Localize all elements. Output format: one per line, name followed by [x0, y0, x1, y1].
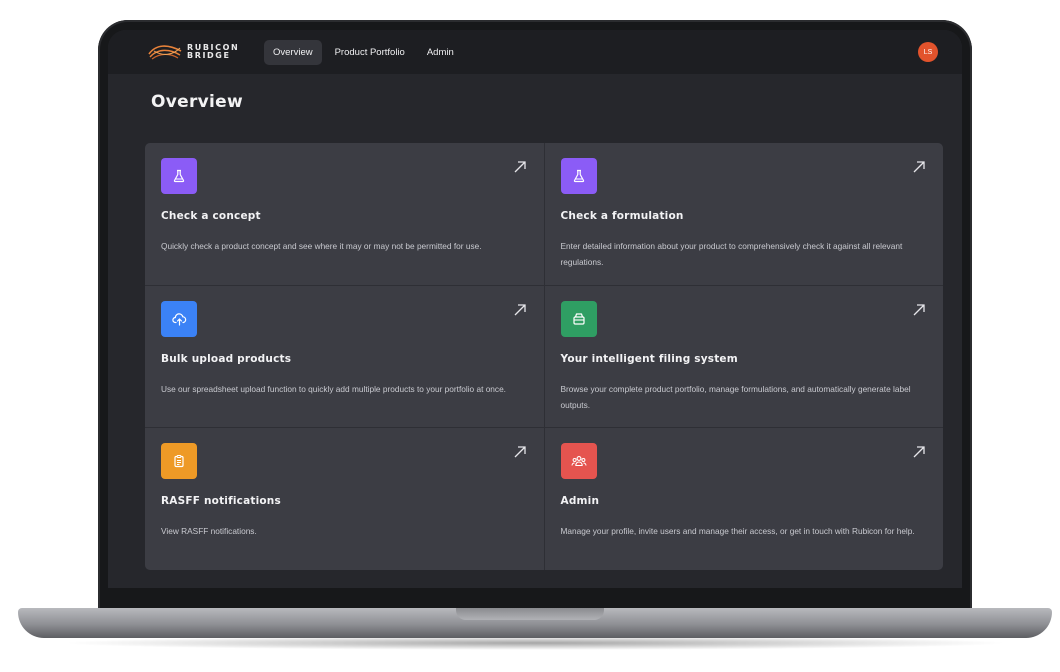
- card-rasff-notifications[interactable]: RASFF notifications View RASFF notificat…: [145, 428, 544, 570]
- nav-menu: Overview Product Portfolio Admin: [264, 40, 463, 65]
- card-icon-tile: [560, 443, 597, 480]
- arrow-up-right-icon[interactable]: [912, 445, 926, 459]
- card-description: Quickly check a product concept and see …: [161, 241, 482, 251]
- brand-logo[interactable]: RUBICON BRIDGE: [148, 40, 239, 64]
- top-navbar: RUBICON BRIDGE Overview Product Portfoli…: [108, 30, 962, 74]
- clipboard-icon: [174, 455, 184, 468]
- card-title: Your intelligent filing system: [560, 352, 738, 365]
- brand-line-2: BRIDGE: [187, 51, 231, 60]
- arrow-up-right-icon[interactable]: [513, 445, 527, 459]
- logo-mark-icon: [148, 45, 182, 60]
- flask-icon: [573, 169, 584, 183]
- card-icon-tile: [161, 158, 197, 194]
- card-description: Use our spreadsheet upload function to q…: [161, 383, 506, 394]
- card-icon-tile: [560, 300, 597, 337]
- brand-name: RUBICON BRIDGE: [187, 43, 239, 61]
- nav-item-overview[interactable]: Overview: [264, 40, 322, 65]
- flask-icon: [173, 169, 185, 183]
- user-avatar[interactable]: LS: [918, 42, 938, 62]
- card-check-formulation[interactable]: Check a formulation Enter detailed infor…: [544, 143, 943, 285]
- card-description: Manage your profile, invite users and ma…: [560, 526, 915, 537]
- card-description: View RASFF notifications.: [161, 526, 257, 537]
- arrow-up-right-icon[interactable]: [912, 160, 926, 174]
- nav-item-admin[interactable]: Admin: [418, 40, 463, 65]
- laptop-notch: [456, 608, 604, 620]
- arrow-up-right-icon[interactable]: [513, 303, 527, 317]
- card-title: Check a concept: [161, 210, 261, 222]
- card-icon-tile: [560, 158, 597, 194]
- card-filing-system[interactable]: Your intelligent filing system Browse yo…: [544, 285, 943, 428]
- app-screen: RUBICON BRIDGE Overview Product Portfoli…: [108, 30, 962, 588]
- laptop-shadow: [60, 636, 1010, 650]
- card-title: Admin: [560, 495, 600, 508]
- card-check-concept[interactable]: Check a concept Quickly check a product …: [145, 143, 544, 285]
- card-title: Bulk upload products: [161, 352, 292, 365]
- card-description: Browse your complete product portfolio, …: [560, 383, 911, 410]
- users-icon: [571, 456, 586, 467]
- card-title: RASFF notifications: [161, 495, 281, 508]
- card-admin[interactable]: Admin Manage your profile, invite users …: [544, 428, 943, 570]
- card-description: Enter detailed information about your pr…: [560, 241, 903, 267]
- nav-item-product-portfolio[interactable]: Product Portfolio: [326, 40, 414, 65]
- card-icon-tile: [161, 300, 197, 337]
- page-title: Overview: [151, 92, 243, 112]
- card-bulk-upload[interactable]: Bulk upload products Use our spreadsheet…: [145, 285, 544, 428]
- arrow-up-right-icon[interactable]: [513, 160, 527, 174]
- arrow-up-right-icon[interactable]: [912, 303, 926, 317]
- card-icon-tile: [161, 443, 197, 480]
- cloud-upload-icon: [171, 312, 186, 326]
- archive-icon: [572, 313, 585, 325]
- overview-card-grid: Check a concept Quickly check a product …: [145, 143, 943, 570]
- card-title: Check a formulation: [560, 210, 684, 222]
